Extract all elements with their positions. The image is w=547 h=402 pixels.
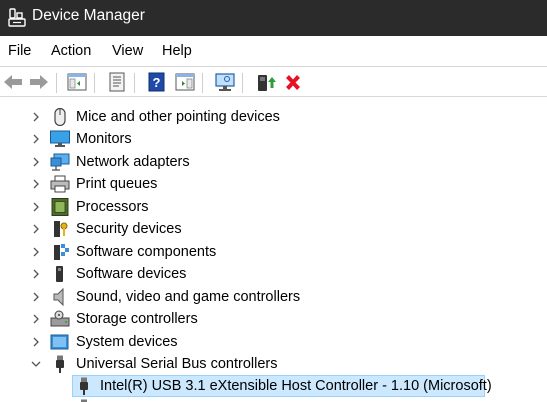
action-pane-icon[interactable] (174, 71, 196, 93)
tree-item-software-devices[interactable]: Software devices (0, 263, 547, 285)
processor-icon (50, 198, 70, 216)
help-icon[interactable]: ? (146, 71, 168, 93)
toolbar-separator (56, 73, 57, 93)
scan-hardware-icon[interactable] (214, 71, 236, 93)
title-bar: Device Manager (0, 0, 547, 36)
chevron-right-icon[interactable] (30, 200, 42, 214)
toolbar-separator (134, 73, 135, 93)
forward-arrow-icon[interactable] (28, 71, 50, 93)
chevron-right-icon[interactable] (30, 222, 42, 236)
tree-item-label: Intel(R) USB 3.1 eXtensible Host Control… (100, 378, 492, 394)
tree-item-label: Print queues (76, 176, 157, 192)
chevron-down-icon[interactable] (30, 357, 42, 371)
tree-item-system-devices[interactable]: System devices (0, 331, 547, 353)
tree-item-label: Software components (76, 244, 216, 260)
menu-view[interactable]: View (112, 43, 143, 59)
chevron-right-icon[interactable] (30, 177, 42, 191)
toolbar: ? (0, 66, 547, 97)
chevron-right-icon[interactable] (30, 335, 42, 349)
tree-item-print-queues[interactable]: Print queues (0, 173, 547, 195)
menu-help[interactable]: Help (162, 43, 192, 59)
tree-item-label: Processors (76, 199, 149, 215)
update-driver-icon[interactable] (254, 71, 276, 93)
tree-item-label: Mice and other pointing devices (76, 109, 280, 125)
device-manager-icon (8, 8, 26, 28)
network-adapter-icon (50, 153, 70, 171)
tree-item-label: Universal Serial Bus controllers (76, 356, 277, 372)
svg-text:?: ? (153, 75, 161, 90)
software-device-icon (50, 265, 70, 283)
window-title: Device Manager (32, 7, 145, 25)
back-arrow-icon[interactable] (2, 71, 24, 93)
tree-item-processors[interactable]: Processors (0, 196, 547, 218)
mouse-icon (50, 108, 70, 126)
tree-item-monitors[interactable]: Monitors (0, 128, 547, 150)
storage-controller-icon (50, 310, 70, 328)
chevron-right-icon[interactable] (30, 245, 42, 259)
tree-item-sound-video-game[interactable]: Sound, video and game controllers (0, 286, 547, 308)
tree-item-mice[interactable]: Mice and other pointing devices (0, 106, 547, 128)
device-tree: Mice and other pointing devices Monitors… (0, 96, 547, 402)
tree-item-software-components[interactable]: Software components (0, 241, 547, 263)
usb-icon (50, 355, 70, 373)
menu-action[interactable]: Action (51, 43, 91, 59)
show-hide-console-tree-icon[interactable] (66, 71, 88, 93)
tree-item-label: Security devices (76, 221, 182, 237)
tree-item-usb-controllers[interactable]: Universal Serial Bus controllers (0, 353, 547, 375)
tree-item-label: Network adapters (76, 154, 190, 170)
system-device-icon (50, 333, 70, 351)
speaker-icon (50, 288, 70, 306)
tree-item-usb-next-partial[interactable] (0, 397, 547, 402)
tree-item-label: System devices (76, 334, 178, 350)
tree-item-label: Sound, video and game controllers (76, 289, 300, 305)
menu-bar: File Action View Help (0, 36, 547, 66)
tree-item-label: Storage controllers (76, 311, 198, 327)
chevron-right-icon[interactable] (30, 312, 42, 326)
tree-item-intel-usb-host-controller[interactable]: Intel(R) USB 3.1 eXtensible Host Control… (0, 375, 547, 397)
software-component-icon (50, 243, 70, 261)
properties-icon[interactable] (106, 71, 128, 93)
usb-connector-icon (74, 377, 94, 395)
chevron-right-icon[interactable] (30, 155, 42, 169)
tree-item-security-devices[interactable]: Security devices (0, 218, 547, 240)
menu-file[interactable]: File (8, 43, 31, 59)
security-device-icon (50, 220, 70, 238)
tree-item-label: Monitors (76, 131, 132, 147)
toolbar-separator (202, 73, 203, 93)
toolbar-separator (242, 73, 243, 93)
tree-item-network-adapters[interactable]: Network adapters (0, 151, 547, 173)
chevron-right-icon[interactable] (30, 267, 42, 281)
chevron-right-icon[interactable] (30, 132, 42, 146)
tree-item-storage-controllers[interactable]: Storage controllers (0, 308, 547, 330)
tree-item-label: Software devices (76, 266, 186, 282)
printer-icon (50, 175, 70, 193)
chevron-right-icon[interactable] (30, 290, 42, 304)
monitor-icon (50, 130, 70, 148)
chevron-right-icon[interactable] (30, 110, 42, 124)
uninstall-device-icon[interactable] (282, 71, 304, 93)
toolbar-separator (94, 73, 95, 93)
